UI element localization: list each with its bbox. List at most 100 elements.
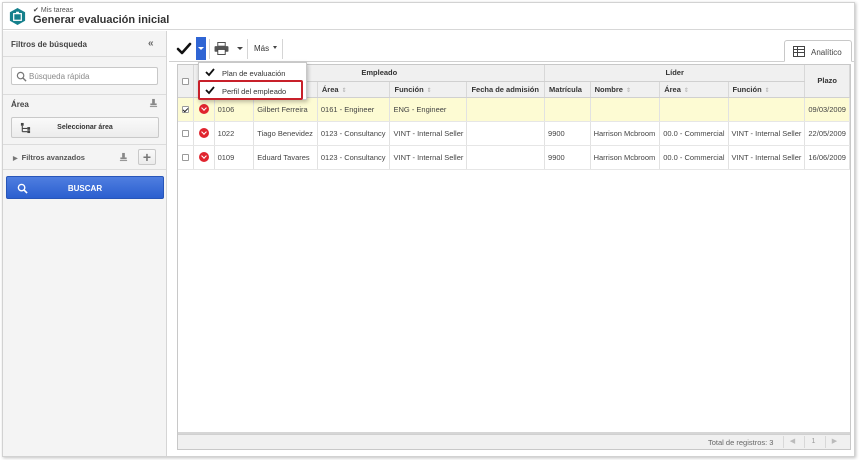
execute-dropdown-toggle[interactable] [196, 37, 206, 60]
leader-matricula-header[interactable]: Matrícula [544, 81, 591, 98]
page-title: Generar evaluación inicial [33, 14, 170, 26]
records-grid: Empleado Líder Plazo Área ⇕ Función ⇕ Fech… [177, 64, 851, 450]
select-all-checkbox[interactable] [182, 77, 189, 85]
employee-id-cell: 1022 [214, 121, 255, 146]
advanced-filters-toggle[interactable]: ▶ Filtros avanzados [13, 153, 85, 162]
next-page-button[interactable]: ▶ [825, 436, 843, 448]
search-button[interactable]: BUSCAR [6, 176, 164, 199]
leader-name-header-label: Nombre [594, 84, 623, 94]
status-cell[interactable] [193, 145, 215, 170]
plus-icon: + [142, 149, 152, 165]
deadline-header[interactable]: Plazo [804, 65, 850, 98]
print-icon[interactable] [214, 42, 229, 55]
employee-area-cell: 0123 - Consultancy [317, 145, 391, 170]
employee-function-cell: ENG - Engineer [389, 97, 468, 122]
breadcrumb-label: Mis tareas [40, 7, 74, 14]
arrow-left-icon: ◀ [789, 438, 796, 445]
leader-function-cell: VINT - Internal Seller [728, 121, 806, 146]
app-window: ✔ Mis tareas Generar evaluación inicial F… [2, 2, 855, 457]
filters-panel-header: Filtros de búsqueda « [3, 31, 166, 57]
check-icon [205, 68, 215, 77]
leader-function-header[interactable]: Función ⇕ [728, 81, 806, 98]
leader-function-cell: VINT - Internal Seller [728, 145, 806, 170]
leader-matricula-cell [544, 97, 591, 122]
function-header-label: Función [394, 84, 424, 94]
admission-date-cell [466, 121, 546, 146]
admission-date-header[interactable]: Fecha de admisión [466, 81, 546, 98]
quick-search-input[interactable] [29, 70, 154, 82]
row-checkbox[interactable] [182, 130, 189, 138]
caret-down-icon [273, 46, 278, 49]
records-table-body: 0106 Gilbert Ferreira 0161 - Engineer EN… [178, 97, 850, 170]
admission-date-header-label: Fecha de admisión [471, 84, 539, 94]
status-cell[interactable] [193, 97, 215, 122]
leader-area-header-label: Área [664, 84, 681, 94]
status-cell[interactable] [193, 121, 215, 146]
leader-matricula-cell: 9900 [544, 145, 591, 170]
tab-analitico-label: Analítico [811, 48, 842, 57]
quick-search-field[interactable] [11, 67, 158, 85]
collapse-panel-icon[interactable]: « [148, 38, 154, 49]
more-menu-label: Más [254, 44, 270, 53]
employee-function-cell: VINT - Internal Seller [389, 145, 468, 170]
breadcrumb[interactable]: ✔ Mis tareas [33, 6, 73, 14]
employee-name-cell: Eduard Tavares [253, 145, 318, 170]
area-header[interactable]: Área ⇕ [317, 81, 391, 98]
menu-item-highlight-box [198, 80, 303, 100]
divider [3, 94, 166, 95]
search-icon [16, 71, 27, 82]
row-checkbox-cell[interactable] [178, 145, 194, 170]
table-view-icon [793, 46, 805, 57]
row-checkbox[interactable] [182, 106, 189, 114]
divider [209, 39, 210, 59]
status-icon[interactable] [198, 128, 209, 138]
app-logo-icon [9, 7, 26, 26]
leader-area-cell [659, 97, 729, 122]
table-row[interactable]: 1022 Tiago Benevidez 0123 - Consultancy … [178, 121, 850, 146]
divider [247, 39, 248, 59]
sort-icon: ⇕ [764, 87, 770, 94]
leader-area-cell: 00.0 - Commercial [659, 145, 729, 170]
toolbar: Más Analítico [169, 36, 854, 62]
grid-footer: Total de registros: 3 ◀ 1 ▶ [178, 434, 850, 449]
more-menu-button[interactable]: Más [254, 44, 278, 53]
area-filter-label: Área [11, 100, 29, 109]
caret-down-icon [198, 47, 204, 50]
eraser-icon[interactable] [149, 98, 158, 108]
divider [282, 39, 283, 59]
leader-area-cell: 00.0 - Commercial [659, 121, 729, 146]
select-area-button[interactable]: Seleccionar área [11, 117, 159, 138]
employee-id-cell: 0106 [214, 97, 255, 122]
area-header-label: Área [321, 84, 339, 94]
row-checkbox-cell[interactable] [178, 97, 194, 122]
divider [3, 144, 166, 145]
menu-item-label: Plan de evaluación [222, 69, 286, 78]
row-checkbox[interactable] [182, 154, 189, 162]
row-checkbox-cell[interactable] [178, 121, 194, 146]
tab-analitico[interactable]: Analítico [784, 40, 852, 62]
expand-arrow-icon: ▶ [13, 156, 18, 162]
leader-name-header[interactable]: Nombre ⇕ [590, 81, 661, 98]
menu-item-plan-evaluacion[interactable]: Plan de evaluación [199, 64, 306, 81]
deadline-header-label: Plazo [817, 76, 837, 86]
table-row[interactable]: 0109 Eduard Tavares 0123 - Consultancy V… [178, 145, 850, 170]
eraser-icon[interactable] [119, 152, 128, 162]
leader-area-header[interactable]: Área ⇕ [659, 81, 729, 98]
employee-area-cell: 0161 - Engineer [317, 97, 391, 122]
status-icon[interactable] [198, 152, 209, 162]
add-filter-button[interactable]: + [138, 149, 156, 165]
function-header[interactable]: Función ⇕ [389, 81, 468, 98]
select-all-header[interactable] [178, 65, 194, 98]
print-dropdown-caret-icon[interactable] [237, 47, 243, 50]
execute-check-button[interactable] [174, 39, 194, 59]
deadline-cell: 22/05/2009 [804, 121, 850, 146]
status-icon[interactable] [198, 104, 209, 114]
leader-function-cell [728, 97, 806, 122]
sort-icon: ⇕ [341, 87, 347, 94]
previous-page-button[interactable]: ◀ [783, 436, 801, 448]
leader-name-cell: Harrison Mcbroom [590, 145, 661, 170]
employee-name-cell: Gilbert Ferreira [253, 97, 318, 122]
select-area-label: Seleccionar área [57, 124, 113, 131]
leader-group-header: Líder [544, 65, 806, 82]
table-row[interactable]: 0106 Gilbert Ferreira 0161 - Engineer EN… [178, 97, 850, 122]
